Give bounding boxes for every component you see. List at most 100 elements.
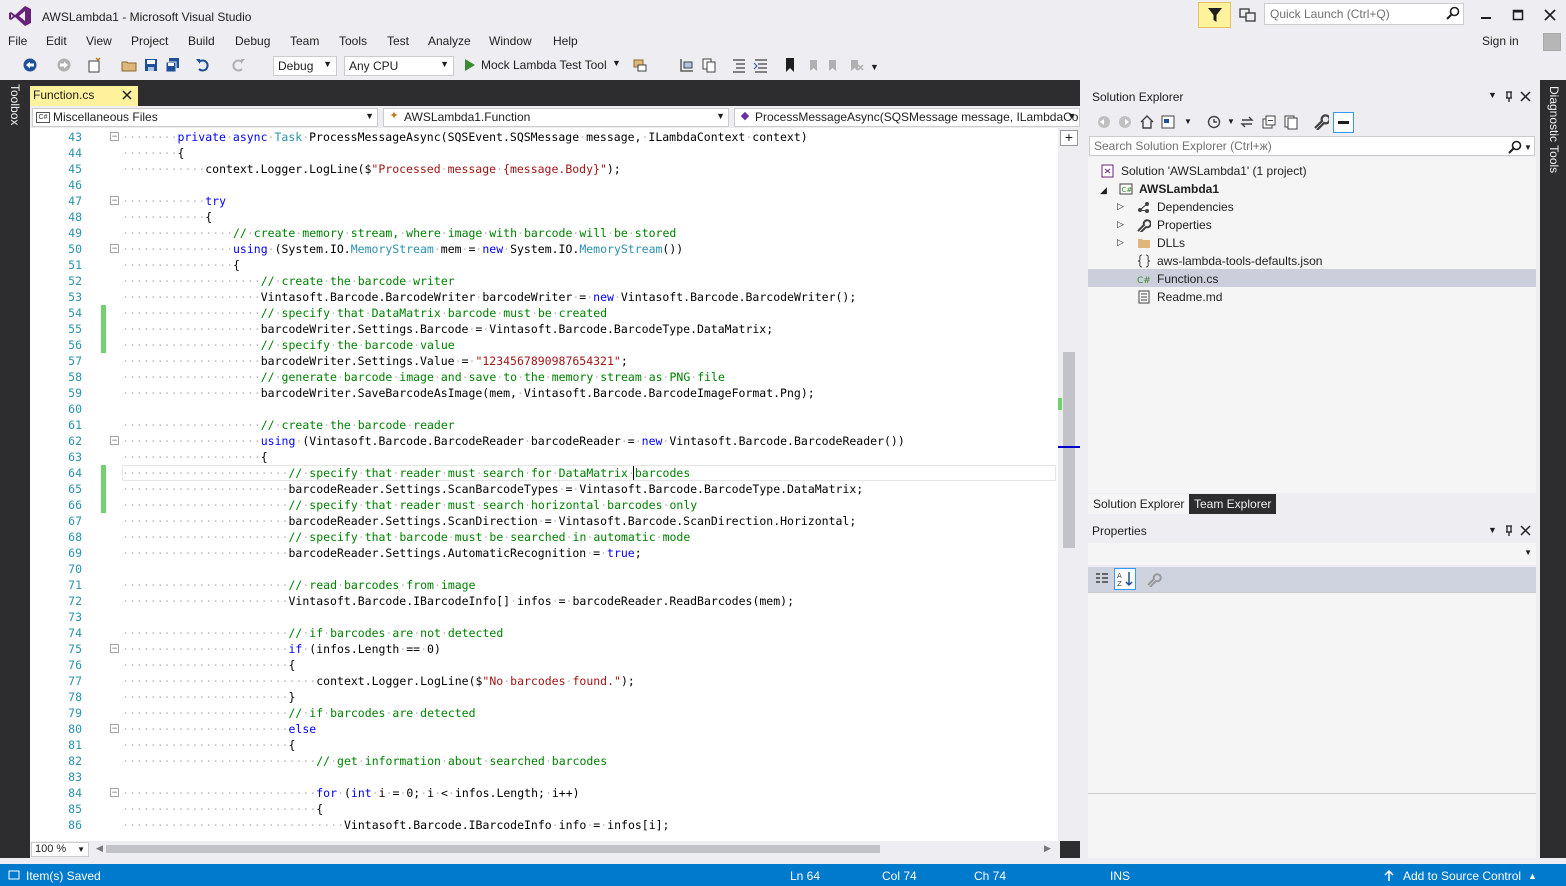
uncomment-icon[interactable]	[753, 57, 769, 73]
start-debugging-button[interactable]: Mock Lambda Test Tool	[481, 58, 607, 72]
code-line[interactable]: ························//·read·barcodes…	[122, 577, 476, 593]
code-line[interactable]: ························barcodeReader.Se…	[122, 481, 863, 497]
menu-team[interactable]: Team	[290, 34, 319, 48]
search-icon[interactable]	[1508, 140, 1522, 154]
expanded-arrow-icon[interactable]: ◢	[1100, 185, 1107, 196]
pin-icon[interactable]	[1503, 91, 1515, 103]
code-line[interactable]: ····················barcodeWriter.Settin…	[122, 353, 628, 369]
collapse-region-icon[interactable]: −	[110, 724, 119, 733]
collapsed-arrow-icon[interactable]: ▷	[1117, 219, 1124, 230]
scroll-right-icon[interactable]: ▶	[1044, 843, 1051, 854]
menu-project[interactable]: Project	[131, 34, 168, 48]
alphabetical-button[interactable]: AZ	[1114, 568, 1136, 590]
step-into-icon[interactable]	[679, 57, 695, 73]
code-line[interactable]: ················//·create·memory·stream,…	[122, 225, 676, 241]
menu-build[interactable]: Build	[188, 34, 215, 48]
menu-analyze[interactable]: Analyze	[428, 34, 471, 48]
tree-item-dlls[interactable]: DLLs	[1157, 236, 1185, 250]
tab-solution-explorer[interactable]: Solution Explorer	[1088, 494, 1190, 514]
code-line[interactable]: ························barcodeReader.Se…	[122, 545, 642, 561]
code-line[interactable]: ························//·if·barcodes·a…	[122, 625, 503, 641]
close-panel-icon[interactable]	[1520, 525, 1531, 536]
code-line[interactable]: ························//·if·barcodes·a…	[122, 705, 476, 721]
code-line[interactable]: ····················Vintasoft.Barcode.Ba…	[122, 289, 856, 305]
menu-window[interactable]: Window	[489, 34, 532, 48]
collapsed-arrow-icon[interactable]: ▷	[1117, 201, 1124, 212]
code-line[interactable]: ····················//·specify·the·barco…	[122, 337, 455, 353]
notification-filter-button[interactable]	[1198, 2, 1231, 28]
collapsed-arrow-icon[interactable]: ▷	[1117, 237, 1124, 248]
new-project-icon[interactable]	[86, 57, 102, 73]
solution-configuration-select[interactable]: Debug ▼	[273, 56, 337, 76]
solution-explorer-search-input[interactable]: Search Solution Explorer (Ctrl+ж)	[1089, 136, 1535, 156]
toolbar-overflow-icon[interactable]: ▼	[870, 62, 879, 72]
code-line[interactable]: ············context.Logger.LogLine($"Pro…	[122, 161, 621, 177]
code-line[interactable]: ························//·specify·that·…	[122, 529, 690, 545]
code-line[interactable]: ························}	[122, 689, 295, 705]
solution-platform-select[interactable]: Any CPU ▼	[344, 56, 454, 76]
menu-edit[interactable]: Edit	[46, 34, 67, 48]
tree-item-readme[interactable]: Readme.md	[1157, 290, 1222, 304]
close-tab-icon[interactable]	[120, 88, 134, 102]
collapse-region-icon[interactable]: −	[110, 132, 119, 141]
code-line[interactable]: ························{	[122, 657, 295, 673]
code-line[interactable]: ························Vintasoft.Barcod…	[122, 593, 794, 609]
bookmark-icon[interactable]	[782, 57, 798, 73]
chevron-down-icon[interactable]: ▼	[612, 58, 621, 68]
pin-icon[interactable]	[1503, 525, 1515, 537]
menu-help[interactable]: Help	[553, 34, 578, 48]
code-line[interactable]: ································Vintasof…	[122, 817, 669, 833]
property-pages-icon[interactable]	[1146, 571, 1162, 587]
code-line[interactable]: ························//·specify·that·…	[122, 497, 697, 513]
code-line[interactable]: ····················//·specify·that·Data…	[122, 305, 607, 321]
code-line[interactable]: ························barcodeReader.Se…	[122, 513, 856, 529]
menu-file[interactable]: File	[8, 34, 27, 48]
tab-team-explorer[interactable]: Team Explorer	[1189, 494, 1277, 514]
code-line[interactable]: ············try	[122, 193, 226, 209]
properties-object-select[interactable]: ▼	[1088, 543, 1536, 565]
type-dropdown[interactable]: ✦ AWSLambda1.Function ▼	[383, 108, 729, 127]
menu-tools[interactable]: Tools	[339, 34, 367, 48]
minimize-button[interactable]	[1471, 4, 1501, 26]
code-line[interactable]: ····················using·(Vintasoft.Bar…	[122, 433, 905, 449]
save-icon[interactable]	[143, 57, 159, 73]
quick-launch-input[interactable]: Quick Launch (Ctrl+Q)	[1264, 3, 1464, 25]
previous-bookmark-icon[interactable]	[804, 57, 820, 73]
code-line[interactable]: ····················{	[122, 449, 268, 465]
sign-in-link[interactable]: Sign in	[1482, 34, 1519, 48]
undo-icon[interactable]	[195, 57, 211, 73]
code-line[interactable]: ····························context.Logg…	[122, 673, 635, 689]
collapse-region-icon[interactable]: −	[110, 244, 119, 253]
step-over-icon[interactable]	[701, 57, 717, 73]
browser-link-icon[interactable]	[632, 57, 648, 73]
scroll-left-icon[interactable]: ◀	[96, 843, 103, 854]
wrench-icon[interactable]	[1313, 114, 1329, 130]
code-line[interactable]: ········private·async·Task·ProcessMessag…	[122, 129, 808, 145]
menu-view[interactable]: View	[86, 34, 112, 48]
chevron-down-icon[interactable]: ▼	[1227, 117, 1235, 126]
tree-item-dependencies[interactable]: Dependencies	[1157, 200, 1234, 214]
member-dropdown[interactable]: ◆ ProcessMessageAsync(SQSMessage message,…	[734, 108, 1080, 127]
next-bookmark-icon[interactable]	[826, 57, 842, 73]
chevron-down-icon[interactable]: ▼	[1524, 143, 1532, 152]
menu-test[interactable]: Test	[387, 34, 409, 48]
zoom-select[interactable]: 100 % ▼	[31, 842, 89, 857]
code-line[interactable]: ········{	[122, 145, 184, 161]
clear-bookmarks-icon[interactable]	[848, 57, 864, 73]
window-position-icon[interactable]: ▼	[1488, 90, 1497, 100]
avatar[interactable]	[1543, 33, 1561, 51]
collapse-region-icon[interactable]: −	[110, 788, 119, 797]
navigate-forward-icon[interactable]	[56, 57, 72, 73]
feedback-icon[interactable]	[1238, 6, 1258, 24]
show-all-files-icon[interactable]	[1283, 114, 1299, 130]
code-line[interactable]: ················{	[122, 257, 240, 273]
redo-icon[interactable]	[230, 57, 246, 73]
code-line[interactable]: ····················//·generate·barcode·…	[122, 369, 725, 385]
code-line[interactable]: ····················//·create·the·barcod…	[122, 417, 455, 433]
tree-item-solution[interactable]: Solution 'AWSLambda1' (1 project)	[1121, 164, 1307, 178]
tree-item-function-cs[interactable]: Function.cs	[1157, 272, 1218, 286]
tree-item-json[interactable]: aws-lambda-tools-defaults.json	[1157, 254, 1322, 268]
code-line[interactable]: ························//·specify·that·…	[122, 465, 690, 481]
project-dropdown[interactable]: C# Miscellaneous Files ▼	[32, 108, 378, 127]
collapse-region-icon[interactable]: −	[110, 644, 119, 653]
